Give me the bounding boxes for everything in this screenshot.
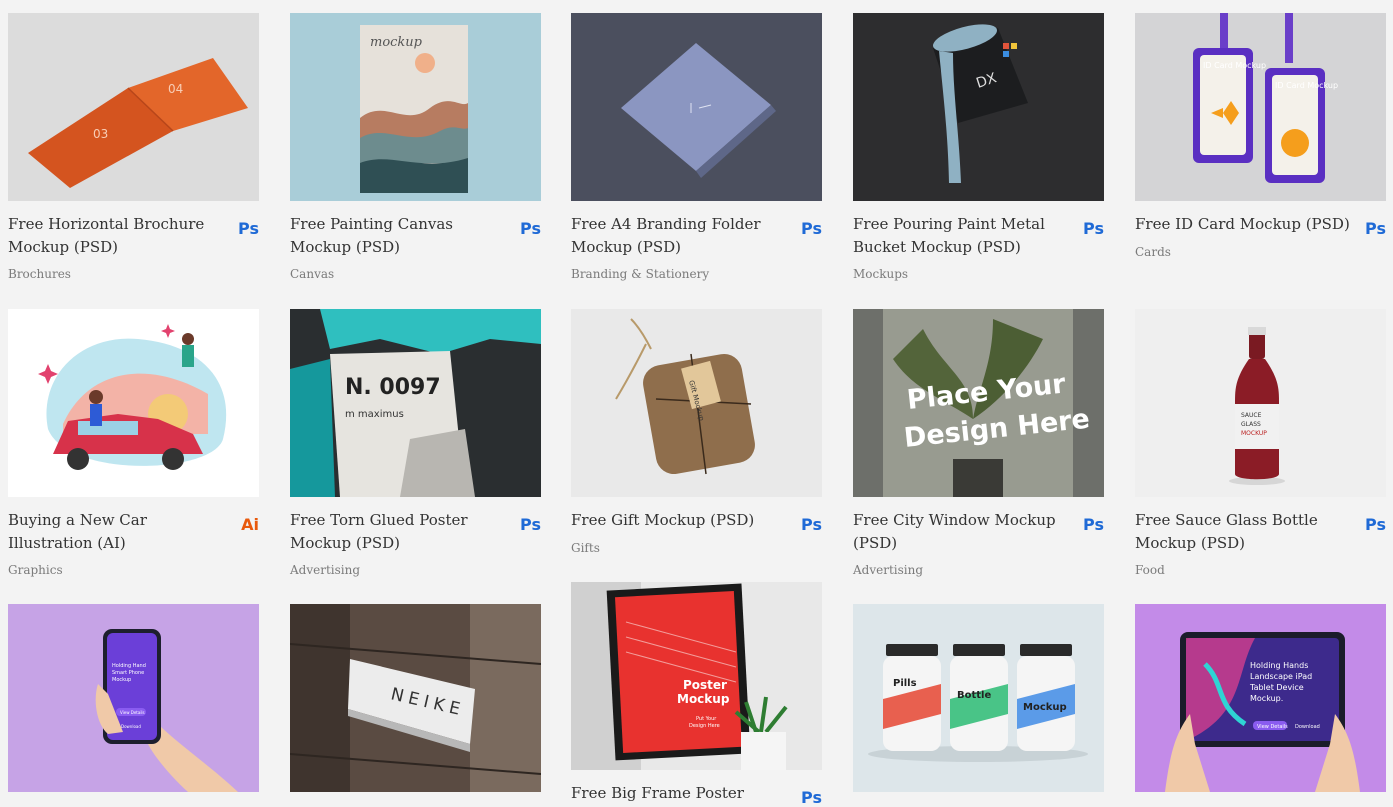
thumb-text: Poster	[683, 678, 727, 692]
photoshop-badge-icon: Ps	[238, 219, 259, 238]
card-thumbnail[interactable]: N. 0097 m maximus	[290, 309, 541, 497]
photoshop-badge-icon: Ps	[801, 788, 822, 807]
card-category[interactable]: Mockups	[853, 267, 1068, 281]
thumb-text: Smart Phone	[112, 670, 144, 676]
card-thumbnail[interactable]: Gift Mockup	[571, 309, 822, 497]
mockup-card[interactable]: NEIKE	[290, 604, 541, 804]
thumb-text: m maximus	[345, 409, 404, 420]
card-title[interactable]: Buying a New Car Illustration (AI)	[8, 509, 223, 554]
thumb-text: ID Card Mockup	[1275, 81, 1338, 90]
mockup-card[interactable]: mockup Free Painting Canvas Mockup (PSD)…	[290, 13, 541, 281]
thumb-text: Mockup	[677, 692, 730, 706]
mockup-card[interactable]: SAUCE GLASS MOCKUP Free Sauce Glass Bott…	[1135, 309, 1386, 577]
thumb-text: View Details	[1257, 724, 1288, 730]
thumb-text: Pills	[893, 678, 917, 689]
illustrator-badge-icon: Ai	[241, 515, 259, 534]
card-title[interactable]: Free Painting Canvas Mockup (PSD)	[290, 213, 505, 258]
mockup-card[interactable]: DX Free Pouring Paint Metal Bucket Mocku…	[853, 13, 1104, 281]
thumb-text: Download	[121, 724, 141, 729]
photoshop-badge-icon: Ps	[801, 515, 822, 534]
card-category[interactable]: Canvas	[290, 267, 505, 281]
mockup-card[interactable]: ID Card Mockup ID Card Mockup Free ID Ca…	[1135, 13, 1386, 259]
card-title[interactable]: Free Big Frame Poster	[571, 782, 786, 805]
photoshop-badge-icon: Ps	[1083, 515, 1104, 534]
card-title[interactable]: Free Sauce Glass Bottle Mockup (PSD)	[1135, 509, 1350, 554]
thumb-text: Design Here	[689, 723, 720, 729]
thumb-text: ID Card Mockup	[1203, 61, 1266, 70]
card-thumbnail[interactable]: SAUCE GLASS MOCKUP	[1135, 309, 1386, 497]
thumb-text: N. 0097	[345, 375, 441, 400]
card-category[interactable]: Gifts	[571, 541, 786, 555]
mockup-card[interactable]: Poster Mockup Put Your Design Here Free …	[571, 582, 822, 807]
photoshop-badge-icon: Ps	[1083, 219, 1104, 238]
card-thumbnail[interactable]: Pills Bottle Mockup	[853, 604, 1104, 792]
card-category[interactable]: Food	[1135, 563, 1350, 577]
thumb-text: Download	[1295, 724, 1320, 730]
card-thumbnail[interactable]: mockup	[290, 13, 541, 201]
thumb-text: Mockup.	[1250, 694, 1283, 703]
photoshop-badge-icon: Ps	[1365, 219, 1386, 238]
thumb-text: Landscape iPad	[1250, 672, 1312, 681]
mockup-card[interactable]: Gift Mockup Free Gift Mockup (PSD) Ps Gi…	[571, 309, 822, 555]
mockup-card[interactable]: Holding Hand Smart Phone Mockup View Det…	[8, 604, 259, 804]
card-thumbnail[interactable]: Place Your Design Here	[853, 309, 1104, 497]
card-title[interactable]: Free Gift Mockup (PSD)	[571, 509, 786, 532]
thumb-text: Mockup	[1023, 702, 1067, 713]
thumb-text: 04	[168, 82, 183, 96]
card-category[interactable]: Brochures	[8, 267, 223, 281]
photoshop-badge-icon: Ps	[520, 219, 541, 238]
card-thumbnail[interactable]: 03 04	[8, 13, 259, 201]
mockup-card[interactable]: Buying a New Car Illustration (AI) Ai Gr…	[8, 309, 259, 577]
card-thumbnail[interactable]: Holding Hand Smart Phone Mockup View Det…	[8, 604, 259, 792]
mockup-card[interactable]: Place Your Design Here Free City Window …	[853, 309, 1104, 577]
card-thumbnail[interactable]: Holding Hands Landscape iPad Tablet Devi…	[1135, 604, 1386, 792]
card-title[interactable]: Free ID Card Mockup (PSD)	[1135, 213, 1350, 236]
thumb-text: 03	[93, 127, 108, 141]
card-title[interactable]: Free Horizontal Brochure Mockup (PSD)	[8, 213, 223, 258]
thumb-text: Bottle	[957, 690, 991, 701]
card-thumbnail[interactable]	[8, 309, 259, 497]
photoshop-badge-icon: Ps	[801, 219, 822, 238]
card-category[interactable]: Branding & Stationery	[571, 267, 786, 281]
thumb-text: mockup	[370, 35, 423, 50]
thumb-text: Holding Hand	[112, 663, 146, 669]
thumb-text: Holding Hands	[1250, 661, 1308, 670]
mockup-card[interactable]: Free A4 Branding Folder Mockup (PSD) Ps …	[571, 13, 822, 281]
card-title[interactable]: Free Pouring Paint Metal Bucket Mockup (…	[853, 213, 1068, 258]
card-category[interactable]: Graphics	[8, 563, 223, 577]
photoshop-badge-icon: Ps	[520, 515, 541, 534]
card-category[interactable]: Cards	[1135, 245, 1350, 259]
card-thumbnail[interactable]: ID Card Mockup ID Card Mockup	[1135, 13, 1386, 201]
mockup-card[interactable]: N. 0097 m maximus Free Torn Glued Poster…	[290, 309, 541, 577]
mockup-card[interactable]: Holding Hands Landscape iPad Tablet Devi…	[1135, 604, 1386, 804]
card-thumbnail[interactable]: DX	[853, 13, 1104, 201]
card-thumbnail[interactable]: Poster Mockup Put Your Design Here	[571, 582, 822, 770]
card-thumbnail[interactable]	[571, 13, 822, 201]
thumb-text: SAUCE	[1241, 412, 1262, 419]
thumb-text: Mockup	[112, 677, 131, 683]
card-title[interactable]: Free City Window Mockup (PSD)	[853, 509, 1068, 554]
thumb-text: View Details	[120, 710, 145, 715]
thumb-text: GLASS	[1241, 421, 1261, 428]
card-thumbnail[interactable]: NEIKE	[290, 604, 541, 792]
card-title[interactable]: Free A4 Branding Folder Mockup (PSD)	[571, 213, 786, 258]
mockup-card[interactable]: 03 04 Free Horizontal Brochure Mockup (P…	[8, 13, 259, 281]
mockup-card[interactable]: Pills Bottle Mockup	[853, 604, 1104, 804]
photoshop-badge-icon: Ps	[1365, 515, 1386, 534]
thumb-text: Tablet Device	[1249, 683, 1304, 692]
card-category[interactable]: Advertising	[853, 563, 1068, 577]
card-category[interactable]: Advertising	[290, 563, 505, 577]
card-title[interactable]: Free Torn Glued Poster Mockup (PSD)	[290, 509, 505, 554]
thumb-text: Put Your	[696, 716, 717, 722]
thumb-text: MOCKUP	[1241, 430, 1267, 437]
